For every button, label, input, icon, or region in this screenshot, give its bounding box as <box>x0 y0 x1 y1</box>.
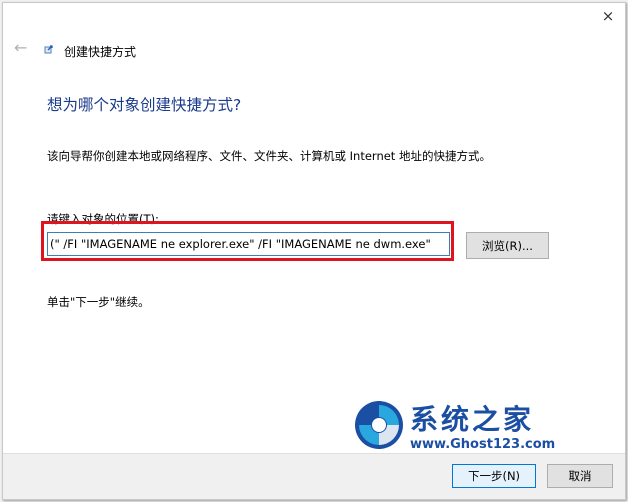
watermark-url: www.Ghost123.com <box>410 437 556 452</box>
cancel-button[interactable]: 取消 <box>547 464 613 488</box>
close-icon[interactable]: × <box>600 8 616 24</box>
location-input[interactable] <box>47 232 450 256</box>
page-heading: 想为哪个对象创建快捷方式? <box>47 96 242 114</box>
wizard-description: 该向导帮你创建本地或网络程序、文件、文件夹、计算机或 Internet 地址的快… <box>47 149 491 163</box>
next-button[interactable]: 下一步(N) <box>452 464 536 488</box>
back-arrow-icon[interactable]: ← <box>14 40 30 56</box>
watermark-name: 系统之家 <box>410 403 535 436</box>
shortcut-wizard-icon <box>44 45 53 54</box>
dialog-title: 创建快捷方式 <box>64 45 137 59</box>
instruction-text: 单击"下一步"继续。 <box>47 295 150 309</box>
browse-button[interactable]: 浏览(R)... <box>466 232 549 259</box>
ghost-logo-icon <box>355 401 403 449</box>
